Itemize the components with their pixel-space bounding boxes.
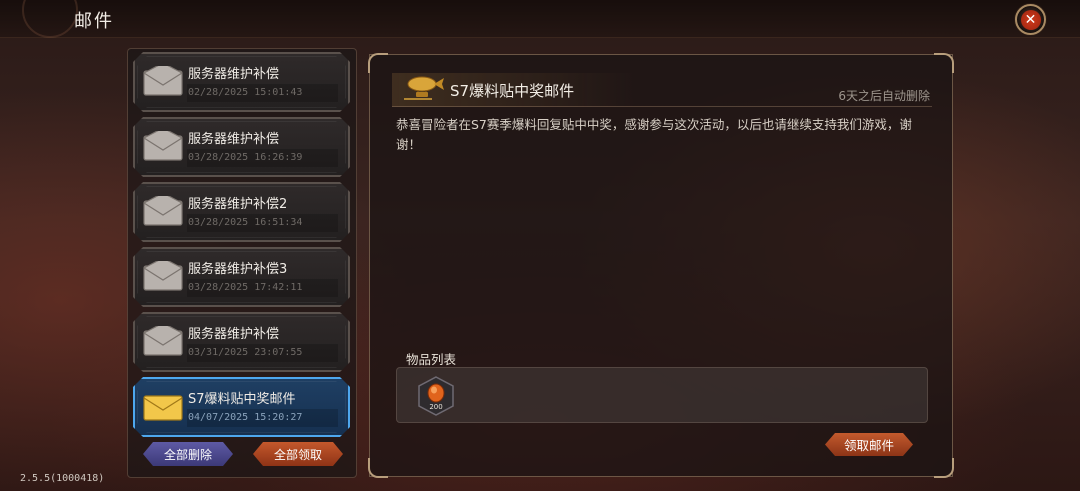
frame-corner <box>368 458 388 478</box>
mail-detail-title: S7爆料贴中奖邮件 <box>450 82 575 100</box>
mail-list-item[interactable]: 服务器维护补偿 02/28/2025 15:01:43 <box>133 52 350 112</box>
claim-mail-label: 领取邮件 <box>843 438 894 453</box>
mail-item-date: 04/07/2025 15:20:27 <box>188 412 303 423</box>
mail-item-date: 03/28/2025 16:51:34 <box>188 217 303 228</box>
close-icon: ✕ <box>1020 9 1041 30</box>
auto-delete-notice: 6天之后自动删除 <box>838 89 930 103</box>
mail-item-date: 02/28/2025 15:01:43 <box>188 87 303 98</box>
items-list-label: 物品列表 <box>406 352 457 367</box>
version-label: 2.5.5(1000418) <box>20 473 105 484</box>
frame-corner <box>934 53 954 73</box>
mail-list-item[interactable]: 服务器维护补偿 03/28/2025 16:26:39 <box>133 117 350 177</box>
close-button[interactable]: ✕ <box>1015 4 1046 35</box>
claim-all-button[interactable]: 全部领取 <box>253 442 343 466</box>
date-bar <box>187 149 338 167</box>
mail-list-item[interactable]: 服务器维护补偿3 03/28/2025 17:42:11 <box>133 247 350 307</box>
envelope-icon <box>143 66 183 96</box>
claim-all-label: 全部领取 <box>273 447 322 462</box>
mail-item-title: 服务器维护补偿 <box>188 67 280 82</box>
mail-detail-panel: S7爆料贴中奖邮件 6天之后自动删除 恭喜冒险者在S7赛季爆料回复贴中中奖，感谢… <box>368 53 954 478</box>
mail-item-date: 03/28/2025 16:26:39 <box>188 152 303 163</box>
reward-item-count: 200 <box>429 403 443 411</box>
date-bar <box>187 409 338 427</box>
delete-all-label: 全部删除 <box>163 447 212 462</box>
date-bar <box>187 279 338 297</box>
page-title: 邮件 <box>74 11 114 32</box>
envelope-icon <box>143 131 183 161</box>
mail-item-title: 服务器维护补偿 <box>188 327 280 342</box>
claim-mail-button[interactable]: 领取邮件 <box>825 433 913 456</box>
mail-item-date: 03/31/2025 23:07:55 <box>188 347 303 358</box>
mail-detail-header: S7爆料贴中奖邮件 6天之后自动删除 <box>392 73 932 107</box>
items-list: 200 <box>396 367 928 423</box>
date-bar <box>187 214 338 232</box>
mail-item-title: 服务器维护补偿 <box>188 132 280 147</box>
mail-list-item[interactable]: S7爆料贴中奖邮件 04/07/2025 15:20:27 <box>133 377 350 437</box>
mail-item-title: S7爆料贴中奖邮件 <box>188 392 296 407</box>
frame-corner <box>934 458 954 478</box>
date-bar <box>187 344 338 362</box>
delete-all-button[interactable]: 全部删除 <box>143 442 233 466</box>
mail-list-item[interactable]: 服务器维护补偿 03/31/2025 23:07:55 <box>133 312 350 372</box>
envelope-icon <box>143 261 183 291</box>
mail-item-title: 服务器维护补偿2 <box>188 197 288 212</box>
reward-item[interactable]: 200 <box>417 376 455 416</box>
mail-item-date: 03/28/2025 17:42:11 <box>188 282 303 293</box>
envelope-icon <box>143 391 183 421</box>
mail-item-title: 服务器维护补偿3 <box>188 262 288 277</box>
date-bar <box>187 84 338 102</box>
frame-corner <box>368 53 388 73</box>
compass-emblem-icon <box>22 0 78 38</box>
top-bar: 邮件 ✕ <box>0 0 1080 38</box>
envelope-icon <box>143 326 183 356</box>
airship-icon <box>404 76 444 100</box>
mail-list-item[interactable]: 服务器维护补偿2 03/28/2025 16:51:34 <box>133 182 350 242</box>
envelope-icon <box>143 196 183 226</box>
mail-body-text: 恭喜冒险者在S7赛季爆料回复贴中中奖，感谢参与这次活动，以后也请继续支持我们游戏… <box>396 117 912 152</box>
